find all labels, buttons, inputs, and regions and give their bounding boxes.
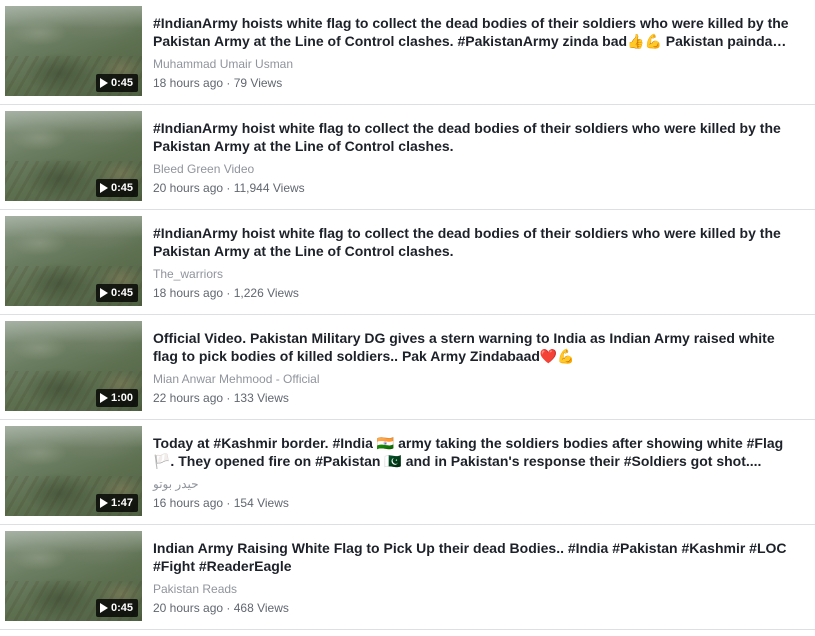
video-item[interactable]: 0:45 Indian Army Raising White Flag to P…: [0, 525, 815, 630]
video-info: #IndianArmy hoist white flag to collect …: [153, 224, 803, 301]
video-title[interactable]: Today at #Kashmir border. #India 🇮🇳 army…: [153, 434, 803, 470]
video-title[interactable]: #IndianArmy hoists white flag to collect…: [153, 14, 803, 50]
duration-label: 1:00: [110, 392, 133, 404]
play-icon: [99, 78, 108, 88]
play-icon: [99, 603, 108, 613]
play-icon: [99, 498, 108, 508]
video-meta: 20 hours ago · 11,944 Views: [153, 181, 305, 195]
video-meta: 22 hours ago · 133 Views: [153, 391, 289, 405]
channel-name[interactable]: Bleed Green Video: [153, 161, 803, 177]
video-title[interactable]: #IndianArmy hoist white flag to collect …: [153, 224, 803, 260]
video-title[interactable]: Indian Army Raising White Flag to Pick U…: [153, 539, 803, 575]
duration-badge: 0:45: [95, 599, 138, 617]
duration-badge: 1:47: [95, 494, 138, 512]
video-info: Indian Army Raising White Flag to Pick U…: [153, 539, 803, 616]
video-meta: 18 hours ago · 79 Views: [153, 76, 283, 90]
play-icon: [99, 183, 108, 193]
duration-label: 0:45: [110, 77, 133, 89]
video-item[interactable]: 1:00 Official Video. Pakistan Military D…: [0, 315, 815, 420]
video-item[interactable]: 0:45 #IndianArmy hoist white flag to col…: [0, 105, 815, 210]
duration-badge: 0:45: [95, 74, 138, 92]
video-item[interactable]: 0:45 #IndianArmy hoist white flag to col…: [0, 210, 815, 315]
video-meta: 18 hours ago · 1,226 Views: [153, 286, 299, 300]
video-meta: 20 hours ago · 468 Views: [153, 601, 289, 615]
video-info: Official Video. Pakistan Military DG giv…: [153, 329, 803, 406]
channel-name[interactable]: Muhammad Umair Usman: [153, 56, 803, 72]
video-thumbnail[interactable]: 0:45: [5, 531, 142, 621]
video-thumbnail[interactable]: 0:45: [5, 6, 142, 96]
video-thumbnail[interactable]: 0:45: [5, 111, 142, 201]
duration-badge: 0:45: [95, 284, 138, 302]
video-info: #IndianArmy hoists white flag to collect…: [153, 14, 803, 91]
video-title[interactable]: #IndianArmy hoist white flag to collect …: [153, 119, 803, 155]
video-info: Today at #Kashmir border. #India 🇮🇳 army…: [153, 434, 803, 511]
duration-badge: 1:00: [95, 389, 138, 407]
video-thumbnail[interactable]: 1:00: [5, 321, 142, 411]
video-list: 0:45 #IndianArmy hoists white flag to co…: [0, 0, 815, 630]
duration-label: 1:47: [110, 497, 133, 509]
duration-label: 0:45: [110, 602, 133, 614]
video-meta: 16 hours ago · 154 Views: [153, 496, 289, 510]
video-item[interactable]: 0:45 #IndianArmy hoists white flag to co…: [0, 0, 815, 105]
video-thumbnail[interactable]: 0:45: [5, 216, 142, 306]
play-icon: [99, 288, 108, 298]
video-info: #IndianArmy hoist white flag to collect …: [153, 119, 803, 196]
channel-name[interactable]: Mian Anwar Mehmood - Official: [153, 371, 803, 387]
channel-name[interactable]: حیدر بوتو: [153, 476, 803, 492]
channel-name[interactable]: Pakistan Reads: [153, 581, 803, 597]
duration-label: 0:45: [110, 182, 133, 194]
play-icon: [99, 393, 108, 403]
video-title[interactable]: Official Video. Pakistan Military DG giv…: [153, 329, 803, 365]
duration-badge: 0:45: [95, 179, 138, 197]
channel-name[interactable]: The_warriors: [153, 266, 803, 282]
video-item[interactable]: 1:47 Today at #Kashmir border. #India 🇮🇳…: [0, 420, 815, 525]
duration-label: 0:45: [110, 287, 133, 299]
video-thumbnail[interactable]: 1:47: [5, 426, 142, 516]
